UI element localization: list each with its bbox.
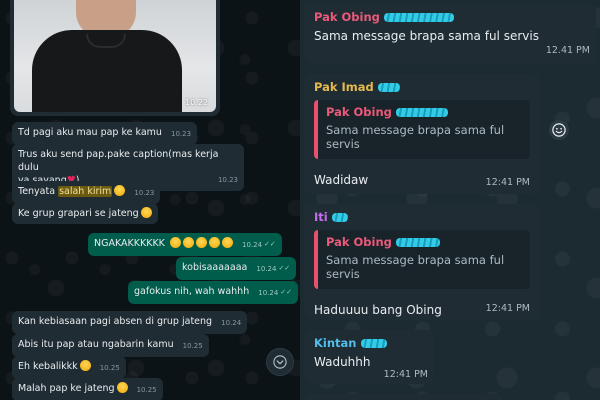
message-time: 10.23 (170, 130, 192, 138)
photo-timestamp: 10.22 (185, 98, 208, 107)
message-time: 12:41 PM (485, 303, 530, 314)
laughing-emoji-icon (208, 237, 220, 248)
quoted-message[interactable]: Pak Obing Sama message brapa sama ful se… (314, 230, 530, 289)
highlighted-text: salah kirim (58, 186, 113, 197)
read-ticks-icon: ✓✓ (280, 288, 293, 296)
sender-name-row: Iti (314, 210, 530, 224)
laughing-emoji-icon (140, 207, 152, 218)
message-text: Ke grup grapari se jateng (18, 208, 139, 219)
quoted-text: Sama message brapa sama ful servis (326, 123, 505, 151)
message-bubble-incoming[interactable]: Ke grup grapari se jateng (12, 203, 158, 224)
message-text: Trus aku send pap.pake caption(mas kerja… (18, 149, 219, 173)
quoted-sender-row: Pak Obing (326, 105, 522, 119)
laughing-emoji-icon (114, 185, 126, 196)
message-time: 10.23 (134, 189, 155, 197)
sender-name[interactable]: Pak Obing (314, 10, 380, 24)
message-text: Td pagi aku mau pap ke kamu (18, 127, 162, 138)
laughing-emoji-icon (169, 237, 181, 248)
message-time: 12:41 PM (383, 369, 428, 380)
left-chat-screenshot: 10.22 Td pagi aku mau pap ke kamu 10.23 … (0, 0, 300, 400)
smiley-icon (552, 123, 566, 137)
message-text: Sama message brapa sama ful servis (314, 29, 539, 43)
laughing-emoji-icon (195, 237, 207, 248)
message-text: gafokus nih, wah wahhh (134, 286, 250, 297)
message-bubble-incoming[interactable]: Kan kebiasaan pagi absen di grup jateng … (12, 311, 248, 334)
message-text: NGAKAKKKKKK (94, 238, 165, 249)
message-text: Kan kebiasaan pagi absen di grup jateng (18, 316, 213, 327)
laughing-emoji-icon (79, 360, 91, 371)
message-bubble-incoming[interactable]: Eh kebalikkk 10.25 (12, 356, 126, 379)
message-bubble-outgoing[interactable]: gafokus nih, wah wahhh 10.24 ✓✓ (128, 281, 299, 304)
redaction-mark (395, 107, 448, 117)
message-bubble-incoming[interactable]: Malah pap ke jateng 10.25 (12, 378, 163, 400)
quoted-message[interactable]: Pak Obing Sama message brapa sama ful se… (314, 100, 530, 159)
message-time: 10.25 (99, 364, 120, 372)
group-message-bubble[interactable]: Kintan Waduhhh 12:41 PM (304, 330, 434, 384)
laughing-emoji-icon (221, 237, 233, 248)
group-message-bubble[interactable]: Iti Pak Obing Sama message brapa sama fu… (304, 204, 540, 320)
redaction-mark (360, 338, 387, 348)
photo-message[interactable]: 10.22 (10, 0, 220, 116)
message-time: 10.24 (221, 319, 242, 327)
redaction-mark (331, 212, 348, 222)
message-time: 12.41 PM (545, 45, 590, 56)
laughing-emoji-icon (116, 382, 128, 393)
message-bubble-incoming[interactable]: Td pagi aku mau pap ke kamu 10.23 (12, 122, 198, 145)
message-text: Malah pap ke jateng (18, 383, 115, 394)
quoted-sender-name: Pak Obing (326, 105, 392, 119)
message-text: Waduhhh (314, 355, 371, 369)
sender-name[interactable]: Iti (314, 210, 328, 224)
read-ticks-icon: ✓✓ (264, 240, 276, 248)
message-time: 10.24 (256, 265, 277, 273)
message-bubble-incoming[interactable]: Abis itu pap atau ngabarin kamu 10.25 (12, 334, 209, 357)
chevron-down-icon (273, 355, 287, 369)
redaction-mark (383, 12, 454, 22)
group-message-bubble[interactable]: Pak Obing Sama message brapa sama ful se… (304, 4, 596, 64)
message-time: 10.24 (258, 289, 279, 297)
message-bubble-incoming[interactable]: Tenyata salah kirim 10.23 (12, 181, 161, 204)
message-text: kobisaaaaaaa (182, 262, 248, 273)
sender-name-row: Pak Obing (314, 10, 586, 24)
message-text: Abis itu pap atau ngabarin kamu (18, 339, 174, 350)
sender-name-row: Pak Imad (314, 80, 530, 94)
quoted-sender-name: Pak Obing (326, 235, 392, 249)
react-button[interactable] (549, 120, 569, 140)
sender-name[interactable]: Kintan (314, 336, 357, 350)
laughing-emoji-icon (182, 237, 194, 248)
message-time: 10.23 (217, 176, 238, 184)
message-time: 10.24 (241, 241, 263, 249)
group-message-bubble[interactable]: Pak Imad Pak Obing Sama message brapa sa… (304, 74, 540, 194)
message-text: Eh kebalikkk (18, 361, 78, 372)
message-time: 10.25 (136, 386, 157, 394)
quoted-sender-row: Pak Obing (326, 235, 522, 249)
message-bubble-outgoing[interactable]: NGAKAKKKKKK 10.24 ✓✓ (88, 233, 282, 256)
redaction-mark (395, 237, 440, 247)
partial-message-bubble (304, 394, 504, 400)
message-bubble-outgoing[interactable]: kobisaaaaaaa 10.24 ✓✓ (176, 257, 297, 280)
quoted-text: Sama message brapa sama ful servis (326, 253, 505, 281)
sender-name[interactable]: Pak Imad (314, 80, 374, 94)
sender-name-row: Kintan (314, 336, 424, 350)
photo-image[interactable]: 10.22 (14, 0, 216, 112)
message-time: 12:41 PM (485, 177, 530, 188)
read-ticks-icon: ✓✓ (278, 264, 291, 272)
right-chat-screenshot: Pak Obing Sama message brapa sama ful se… (300, 0, 600, 400)
message-text: Tenyata (18, 186, 59, 197)
redaction-mark (377, 82, 400, 92)
message-time: 10.25 (182, 342, 203, 350)
scroll-to-bottom-button[interactable] (266, 348, 294, 376)
